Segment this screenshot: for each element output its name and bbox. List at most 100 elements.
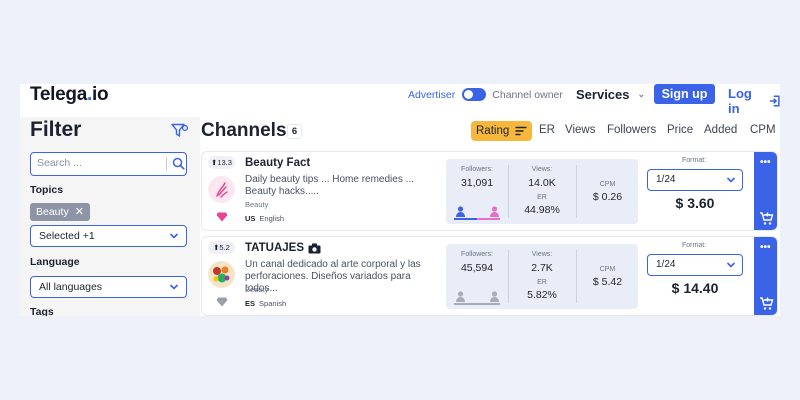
sign-up-button[interactable]: Sign up xyxy=(654,84,715,104)
topics-select-value: Selected +1 xyxy=(39,230,95,242)
format-label: Format: xyxy=(682,242,707,249)
language-select-value: All languages xyxy=(39,281,103,293)
gender-split xyxy=(454,206,500,220)
channel-avatar[interactable] xyxy=(208,261,235,288)
channel-name[interactable]: Beauty Fact xyxy=(245,157,310,169)
role-switch: Advertiser Channel owner xyxy=(408,88,563,101)
format-label: Format: xyxy=(682,157,707,164)
views-value: 2.7K xyxy=(531,262,553,274)
channel-category: Beauty xyxy=(245,285,269,294)
female-share-bar xyxy=(477,303,500,305)
gem-icon xyxy=(216,297,228,307)
tags-label: Tags xyxy=(30,306,54,316)
sort-added[interactable]: Added xyxy=(704,124,737,136)
sort-er[interactable]: ER xyxy=(539,124,555,136)
sort-rating-button[interactable]: Rating xyxy=(471,121,532,141)
sort-lines-icon xyxy=(515,126,527,136)
topics-label: Topics xyxy=(30,184,64,196)
services-label: Services xyxy=(576,87,630,102)
rank-badge: ⬆︎5.2 xyxy=(208,241,235,254)
close-icon[interactable]: ✕ xyxy=(75,203,84,221)
format-select-value: 1/24 xyxy=(656,174,676,185)
add-to-cart-icon[interactable] xyxy=(759,211,774,226)
cpm-value: $ 5.42 xyxy=(592,276,623,288)
language-name: Spanish xyxy=(259,299,287,308)
channel-avatar[interactable] xyxy=(208,176,235,203)
filter-sidebar: Filter Topics Beauty ✕ Selected +1 Langu… xyxy=(20,117,200,316)
language-select[interactable]: All languages xyxy=(30,276,187,298)
channel-description: Un canal dedicado al arte corporal y las… xyxy=(245,259,421,294)
card-action-column: ••• xyxy=(754,152,777,230)
channel-card[interactable]: ⬆︎13.3 Beauty Fact Daily beauty tips ...… xyxy=(201,151,778,231)
sort-price[interactable]: Price xyxy=(667,124,693,136)
followers-value: 45,594 xyxy=(460,262,494,274)
chevron-down-icon xyxy=(726,262,736,268)
views-label: Views: xyxy=(531,166,553,173)
male-user-icon xyxy=(456,206,465,217)
format-select-value: 1/24 xyxy=(656,259,676,270)
chevron-down-icon xyxy=(169,233,179,239)
sort-followers[interactable]: Followers xyxy=(607,124,656,136)
male-share-bar xyxy=(454,303,477,305)
channel-card[interactable]: ⬆︎5.2 TATUAJES Un canal dedicado al arte… xyxy=(201,236,778,316)
log-in-label: Log in xyxy=(728,86,752,116)
er-label: ER xyxy=(537,194,547,201)
services-menu[interactable]: Services ⌄ xyxy=(576,87,645,102)
channel-name-label: TATUAJES xyxy=(245,242,304,254)
sort-rating-label: Rating xyxy=(476,125,510,137)
er-value: 5.82% xyxy=(527,289,557,301)
log-in-button[interactable]: Log in xyxy=(728,86,780,116)
more-options-icon[interactable]: ••• xyxy=(760,157,771,168)
language-name: English xyxy=(259,214,285,223)
filter-title: Filter xyxy=(30,118,82,141)
cpm-label: CPM xyxy=(599,181,616,188)
filter-funnel-icon[interactable] xyxy=(171,123,189,139)
cpm-value: $ 0.26 xyxy=(592,191,623,203)
er-label: ER xyxy=(537,279,547,286)
role-toggle[interactable] xyxy=(462,88,487,101)
rank-badge: ⬆︎13.3 xyxy=(208,156,235,169)
followers-label: Followers: xyxy=(461,251,493,258)
camera-icon xyxy=(308,243,321,253)
female-user-icon xyxy=(490,291,499,302)
topics-select[interactable]: Selected +1 xyxy=(30,225,187,247)
search-field xyxy=(30,152,187,176)
format-select[interactable]: 1/24 xyxy=(647,254,743,276)
app-frame: Telega.io Advertiser Channel owner Servi… xyxy=(20,84,780,316)
er-value: 44.98% xyxy=(524,204,560,216)
chevron-down-icon xyxy=(169,284,179,290)
topic-chip-beauty: Beauty ✕ xyxy=(30,203,90,221)
channels-title: Channels xyxy=(201,120,287,141)
logo[interactable]: Telega.io xyxy=(30,84,109,106)
female-user-icon xyxy=(490,206,499,217)
channel-name[interactable]: TATUAJES xyxy=(245,242,321,254)
language-label: Language xyxy=(30,256,80,268)
views-label: Views: xyxy=(531,251,553,258)
cpm-label: CPM xyxy=(599,266,616,273)
sort-views[interactable]: Views xyxy=(565,124,595,136)
channel-stats: Followers: 31,091 Views: 14.0K ER 44.98%… xyxy=(446,159,638,224)
followers-label: Followers: xyxy=(461,166,493,173)
role-advertiser-label[interactable]: Advertiser xyxy=(408,89,455,101)
sort-cpm[interactable]: CPM xyxy=(750,124,776,136)
views-value: 14.0K xyxy=(528,177,556,189)
topic-chip-label: Beauty xyxy=(36,206,69,218)
add-to-cart-icon[interactable] xyxy=(759,296,774,311)
male-share-bar xyxy=(454,218,477,220)
language-code: ES xyxy=(245,299,256,308)
search-icon[interactable] xyxy=(172,157,185,170)
login-arrow-icon xyxy=(769,95,780,107)
chevron-down-icon xyxy=(726,177,736,183)
search-divider xyxy=(166,157,167,171)
female-share-bar xyxy=(477,218,500,220)
channel-description: Daily beauty tips ... Home remedies ... … xyxy=(245,174,414,197)
top-header: Telega.io Advertiser Channel owner Servi… xyxy=(20,84,780,117)
format-select[interactable]: 1/24 xyxy=(647,169,743,191)
search-input[interactable] xyxy=(37,157,157,169)
channel-language: US English xyxy=(245,214,284,223)
role-channel-owner-label[interactable]: Channel owner xyxy=(492,89,563,101)
channels-count-badge: 6 xyxy=(287,124,302,139)
card-action-column: ••• xyxy=(754,237,777,315)
more-options-icon[interactable]: ••• xyxy=(760,242,771,253)
channel-stats: Followers: 45,594 Views: 2.7K ER 5.82% C… xyxy=(446,244,638,309)
